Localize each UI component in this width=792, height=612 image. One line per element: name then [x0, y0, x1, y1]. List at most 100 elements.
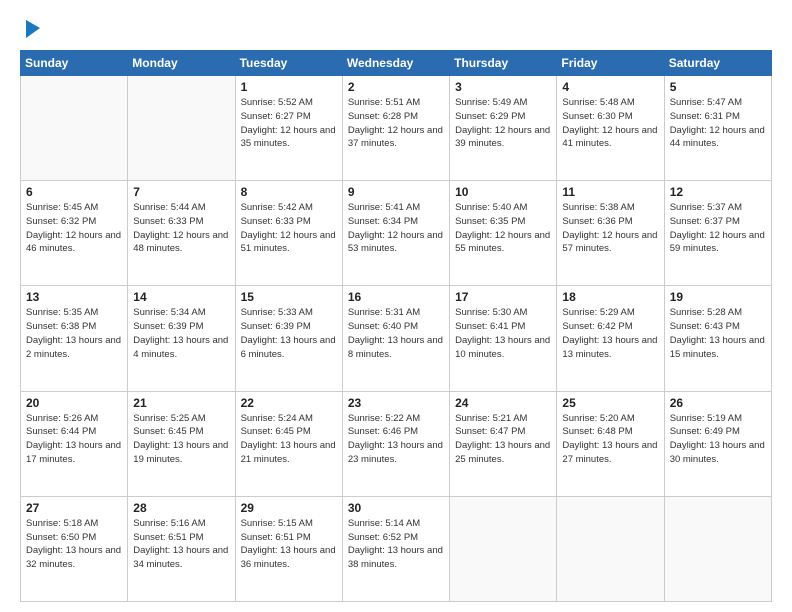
day-info: Sunrise: 5:24 AMSunset: 6:45 PMDaylight:… — [241, 412, 337, 467]
day-number: 29 — [241, 501, 337, 515]
calendar-cell — [450, 496, 557, 601]
day-info: Sunrise: 5:26 AMSunset: 6:44 PMDaylight:… — [26, 412, 122, 467]
day-info: Sunrise: 5:51 AMSunset: 6:28 PMDaylight:… — [348, 96, 444, 151]
day-number: 11 — [562, 185, 658, 199]
day-info: Sunrise: 5:52 AMSunset: 6:27 PMDaylight:… — [241, 96, 337, 151]
calendar-cell: 14 Sunrise: 5:34 AMSunset: 6:39 PMDayligh… — [128, 286, 235, 391]
page: SundayMondayTuesdayWednesdayThursdayFrid… — [0, 0, 792, 612]
day-info: Sunrise: 5:35 AMSunset: 6:38 PMDaylight:… — [26, 306, 122, 361]
calendar-cell: 13 Sunrise: 5:35 AMSunset: 6:38 PMDayligh… — [21, 286, 128, 391]
calendar-cell: 3Sunrise: 5:49 AMSunset: 6:29 PMDaylight… — [450, 76, 557, 181]
calendar-cell: 29 Sunrise: 5:15 AMSunset: 6:51 PMDayligh… — [235, 496, 342, 601]
day-number: 26 — [670, 396, 766, 410]
day-info: Sunrise: 5:34 AMSunset: 6:39 PMDaylight:… — [133, 306, 229, 361]
header — [20, 18, 772, 42]
calendar-cell: 6 Sunrise: 5:45 AMSunset: 6:32 PMDaylight… — [21, 181, 128, 286]
calendar-cell — [557, 496, 664, 601]
weekday-header: Tuesday — [235, 51, 342, 76]
calendar-cell: 26 Sunrise: 5:19 AMSunset: 6:49 PMDayligh… — [664, 391, 771, 496]
calendar-cell — [664, 496, 771, 601]
day-number: 20 — [26, 396, 122, 410]
day-number: 14 — [133, 290, 229, 304]
day-info: Sunrise: 5:19 AMSunset: 6:49 PMDaylight:… — [670, 412, 766, 467]
day-info: Sunrise: 5:30 AMSunset: 6:41 PMDaylight:… — [455, 306, 551, 361]
calendar-cell: 27 Sunrise: 5:18 AMSunset: 6:50 PMDayligh… — [21, 496, 128, 601]
calendar-cell: 21 Sunrise: 5:25 AMSunset: 6:45 PMDayligh… — [128, 391, 235, 496]
day-number: 16 — [348, 290, 444, 304]
day-info: Sunrise: 5:31 AMSunset: 6:40 PMDaylight:… — [348, 306, 444, 361]
day-number: 25 — [562, 396, 658, 410]
day-number: 12 — [670, 185, 766, 199]
calendar-cell: 10 Sunrise: 5:40 AMSunset: 6:35 PMDayligh… — [450, 181, 557, 286]
day-info: Sunrise: 5:48 AMSunset: 6:30 PMDaylight:… — [562, 96, 658, 151]
calendar-cell: 17 Sunrise: 5:30 AMSunset: 6:41 PMDayligh… — [450, 286, 557, 391]
day-number: 19 — [670, 290, 766, 304]
day-info: Sunrise: 5:44 AMSunset: 6:33 PMDaylight:… — [133, 201, 229, 256]
calendar-cell: 23Sunrise: 5:22 AMSunset: 6:46 PMDayligh… — [342, 391, 449, 496]
day-number: 13 — [26, 290, 122, 304]
day-number: 15 — [241, 290, 337, 304]
day-number: 10 — [455, 185, 551, 199]
day-info: Sunrise: 5:37 AMSunset: 6:37 PMDaylight:… — [670, 201, 766, 256]
calendar-cell: 19 Sunrise: 5:28 AMSunset: 6:43 PMDayligh… — [664, 286, 771, 391]
calendar-cell: 9 Sunrise: 5:41 AMSunset: 6:34 PMDaylight… — [342, 181, 449, 286]
calendar-cell — [128, 76, 235, 181]
day-number: 23 — [348, 396, 444, 410]
weekday-header: Friday — [557, 51, 664, 76]
calendar-cell: 1 Sunrise: 5:52 AMSunset: 6:27 PMDaylight… — [235, 76, 342, 181]
calendar-cell: 24 Sunrise: 5:21 AMSunset: 6:47 PMDayligh… — [450, 391, 557, 496]
calendar-cell: 22 Sunrise: 5:24 AMSunset: 6:45 PMDayligh… — [235, 391, 342, 496]
calendar-cell: 5 Sunrise: 5:47 AMSunset: 6:31 PMDaylight… — [664, 76, 771, 181]
day-number: 4 — [562, 80, 658, 94]
calendar-cell: 18 Sunrise: 5:29 AMSunset: 6:42 PMDayligh… — [557, 286, 664, 391]
day-number: 9 — [348, 185, 444, 199]
day-info: Sunrise: 5:45 AMSunset: 6:32 PMDaylight:… — [26, 201, 122, 256]
calendar-cell: 12 Sunrise: 5:37 AMSunset: 6:37 PMDayligh… — [664, 181, 771, 286]
day-info: Sunrise: 5:20 AMSunset: 6:48 PMDaylight:… — [562, 412, 658, 467]
day-info: Sunrise: 5:47 AMSunset: 6:31 PMDaylight:… — [670, 96, 766, 151]
day-info: Sunrise: 5:25 AMSunset: 6:45 PMDaylight:… — [133, 412, 229, 467]
day-number: 27 — [26, 501, 122, 515]
calendar-cell: 16 Sunrise: 5:31 AMSunset: 6:40 PMDayligh… — [342, 286, 449, 391]
calendar-cell: 20 Sunrise: 5:26 AMSunset: 6:44 PMDayligh… — [21, 391, 128, 496]
day-info: Sunrise: 5:28 AMSunset: 6:43 PMDaylight:… — [670, 306, 766, 361]
calendar-cell: 25 Sunrise: 5:20 AMSunset: 6:48 PMDayligh… — [557, 391, 664, 496]
calendar-cell: 11 Sunrise: 5:38 AMSunset: 6:36 PMDayligh… — [557, 181, 664, 286]
weekday-header: Monday — [128, 51, 235, 76]
day-info: Sunrise: 5:29 AMSunset: 6:42 PMDaylight:… — [562, 306, 658, 361]
weekday-header: Thursday — [450, 51, 557, 76]
day-number: 21 — [133, 396, 229, 410]
calendar-table: SundayMondayTuesdayWednesdayThursdayFrid… — [20, 50, 772, 602]
day-info: Sunrise: 5:18 AMSunset: 6:50 PMDaylight:… — [26, 517, 122, 572]
weekday-header: Sunday — [21, 51, 128, 76]
day-number: 2 — [348, 80, 444, 94]
calendar-cell: 8 Sunrise: 5:42 AMSunset: 6:33 PMDaylight… — [235, 181, 342, 286]
day-info: Sunrise: 5:33 AMSunset: 6:39 PMDaylight:… — [241, 306, 337, 361]
calendar-cell: 4 Sunrise: 5:48 AMSunset: 6:30 PMDaylight… — [557, 76, 664, 181]
day-number: 30 — [348, 501, 444, 515]
day-info: Sunrise: 5:40 AMSunset: 6:35 PMDaylight:… — [455, 201, 551, 256]
day-info: Sunrise: 5:15 AMSunset: 6:51 PMDaylight:… — [241, 517, 337, 572]
weekday-header: Saturday — [664, 51, 771, 76]
day-info: Sunrise: 5:16 AMSunset: 6:51 PMDaylight:… — [133, 517, 229, 572]
day-number: 24 — [455, 396, 551, 410]
day-number: 22 — [241, 396, 337, 410]
calendar-cell: 30 Sunrise: 5:14 AMSunset: 6:52 PMDayligh… — [342, 496, 449, 601]
day-info: Sunrise: 5:38 AMSunset: 6:36 PMDaylight:… — [562, 201, 658, 256]
weekday-header: Wednesday — [342, 51, 449, 76]
day-info: Sunrise: 5:42 AMSunset: 6:33 PMDaylight:… — [241, 201, 337, 256]
day-number: 17 — [455, 290, 551, 304]
calendar-cell — [21, 76, 128, 181]
day-number: 8 — [241, 185, 337, 199]
day-number: 3 — [455, 80, 551, 94]
day-number: 7 — [133, 185, 229, 199]
day-number: 28 — [133, 501, 229, 515]
day-number: 5 — [670, 80, 766, 94]
day-number: 1 — [241, 80, 337, 94]
day-info: Sunrise: 5:21 AMSunset: 6:47 PMDaylight:… — [455, 412, 551, 467]
day-number: 6 — [26, 185, 122, 199]
day-info: Sunrise: 5:14 AMSunset: 6:52 PMDaylight:… — [348, 517, 444, 572]
day-info: Sunrise: 5:41 AMSunset: 6:34 PMDaylight:… — [348, 201, 444, 256]
logo-icon — [22, 18, 42, 42]
day-number: 18 — [562, 290, 658, 304]
